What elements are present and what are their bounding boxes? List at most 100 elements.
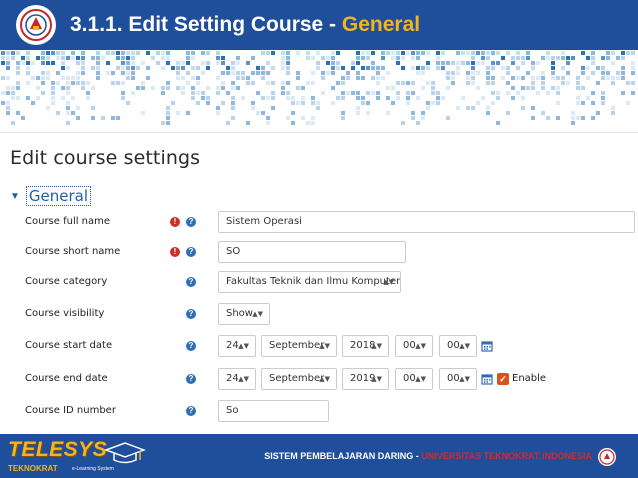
- start-day-select[interactable]: 24 ▲▼: [218, 335, 256, 357]
- pixel-cell: [431, 101, 435, 105]
- help-icon[interactable]: ?: [186, 247, 196, 257]
- pixel-cell: [111, 71, 115, 75]
- pixel-cell: [36, 96, 40, 100]
- pixel-cell: [366, 91, 370, 95]
- required-icon[interactable]: !: [170, 217, 180, 227]
- pixel-cell: [566, 56, 570, 60]
- pixel-cell: [251, 81, 255, 85]
- pixel-cell: [421, 86, 425, 90]
- pixel-cell: [311, 56, 315, 60]
- pixel-cell: [391, 51, 395, 55]
- pixel-cell: [306, 51, 310, 55]
- pixel-cell: [576, 116, 580, 120]
- pixel-cell: [601, 66, 605, 70]
- pixel-cell: [186, 61, 190, 65]
- pixel-cell: [486, 56, 490, 60]
- pixel-cell: [51, 86, 55, 90]
- pixel-cell: [116, 116, 120, 120]
- start-minute-select[interactable]: 00 ▲▼: [439, 335, 477, 357]
- calendar-icon[interactable]: [481, 340, 493, 352]
- pixel-cell: [571, 56, 575, 60]
- pixel-cell: [311, 96, 315, 100]
- help-icon[interactable]: ?: [186, 277, 196, 287]
- start-hour-select[interactable]: 00 ▲▼: [395, 335, 433, 357]
- end-year-select[interactable]: 2019 ▲▼: [342, 368, 389, 390]
- pixel-cell: [466, 81, 470, 85]
- pixel-cell: [341, 111, 345, 115]
- pixel-cell: [231, 61, 235, 65]
- pixel-cell: [521, 106, 525, 110]
- course-short-name-input[interactable]: SO: [218, 241, 406, 263]
- pixel-cell: [621, 56, 625, 60]
- pixel-cell: [246, 61, 250, 65]
- pixel-cell: [31, 101, 35, 105]
- pixel-cell: [446, 116, 450, 120]
- pixel-cell: [561, 76, 565, 80]
- end-day-select[interactable]: 24 ▲▼: [218, 368, 256, 390]
- pixel-cell: [331, 61, 335, 65]
- pixel-cell: [381, 51, 385, 55]
- pixel-cell: [201, 96, 205, 100]
- pixel-cell: [456, 51, 460, 55]
- calendar-icon[interactable]: [481, 373, 493, 385]
- pixel-cell: [71, 96, 75, 100]
- pixel-cell: [51, 101, 55, 105]
- pixel-cell: [231, 116, 235, 120]
- pixel-cell: [106, 61, 110, 65]
- help-icon[interactable]: ?: [186, 217, 196, 227]
- course-visibility-select[interactable]: Show ▲▼: [218, 303, 270, 325]
- pixel-cell: [76, 76, 80, 80]
- pixel-cell: [371, 91, 375, 95]
- pixel-cell: [366, 101, 370, 105]
- pixel-cell: [11, 96, 15, 100]
- pixel-cell: [621, 51, 625, 55]
- pixel-cell: [131, 76, 135, 80]
- pixel-cell: [516, 91, 520, 95]
- help-icon[interactable]: ?: [186, 341, 196, 351]
- pixel-cell: [131, 71, 135, 75]
- pixel-cell: [231, 81, 235, 85]
- pixel-cell: [621, 76, 625, 80]
- pixel-cell: [361, 51, 365, 55]
- end-hour-select[interactable]: 00 ▲▼: [395, 368, 433, 390]
- help-icon[interactable]: ?: [186, 374, 196, 384]
- pixel-cell: [41, 61, 45, 65]
- help-icon[interactable]: ?: [186, 406, 196, 416]
- end-minute-select[interactable]: 00 ▲▼: [439, 368, 477, 390]
- caret-down-icon: ▼: [10, 190, 20, 202]
- pixel-cell: [401, 81, 405, 85]
- start-month-select[interactable]: September ▲▼: [261, 335, 337, 357]
- course-full-name-input[interactable]: Sistem Operasi: [218, 211, 635, 233]
- help-icon[interactable]: ?: [186, 309, 196, 319]
- select-arrows-icon: ▲▼: [459, 342, 470, 350]
- pixel-cell: [316, 106, 320, 110]
- pixel-cell: [41, 76, 45, 80]
- required-icon[interactable]: !: [170, 247, 180, 257]
- pixel-cell: [371, 61, 375, 65]
- course-id-number-input[interactable]: So: [218, 400, 329, 422]
- row-end-date: Course end date ? 24 ▲▼ September ▲▼ 2019 ▲…: [0, 368, 638, 394]
- pixel-cell: [376, 76, 380, 80]
- pixel-cell: [476, 71, 480, 75]
- pixel-cell: [471, 56, 475, 60]
- pixel-cell: [161, 91, 165, 95]
- pixel-cell: [286, 56, 290, 60]
- brand-name: TELESYS: [8, 438, 108, 461]
- pixel-cell: [46, 61, 50, 65]
- pixel-cell: [156, 51, 160, 55]
- pixel-cell: [11, 56, 15, 60]
- pixel-cell: [231, 71, 235, 75]
- pixel-cell: [506, 91, 510, 95]
- pixel-cell: [206, 96, 210, 100]
- start-year-select[interactable]: 2018 ▲▼: [342, 335, 389, 357]
- enable-end-date-checkbox[interactable]: ✓: [497, 373, 509, 385]
- section-toggle-general[interactable]: ▼ General: [10, 186, 92, 206]
- pixel-cell: [531, 76, 535, 80]
- pixel-cell: [451, 76, 455, 80]
- pixel-cell: [586, 76, 590, 80]
- pixel-cell: [16, 61, 20, 65]
- course-category-select[interactable]: Fakultas Teknik dan Ilmu Komputer ▲▼: [218, 271, 401, 293]
- end-month-select[interactable]: September ▲▼: [261, 368, 337, 390]
- pixel-cell: [556, 86, 560, 90]
- pixel-cell: [101, 116, 105, 120]
